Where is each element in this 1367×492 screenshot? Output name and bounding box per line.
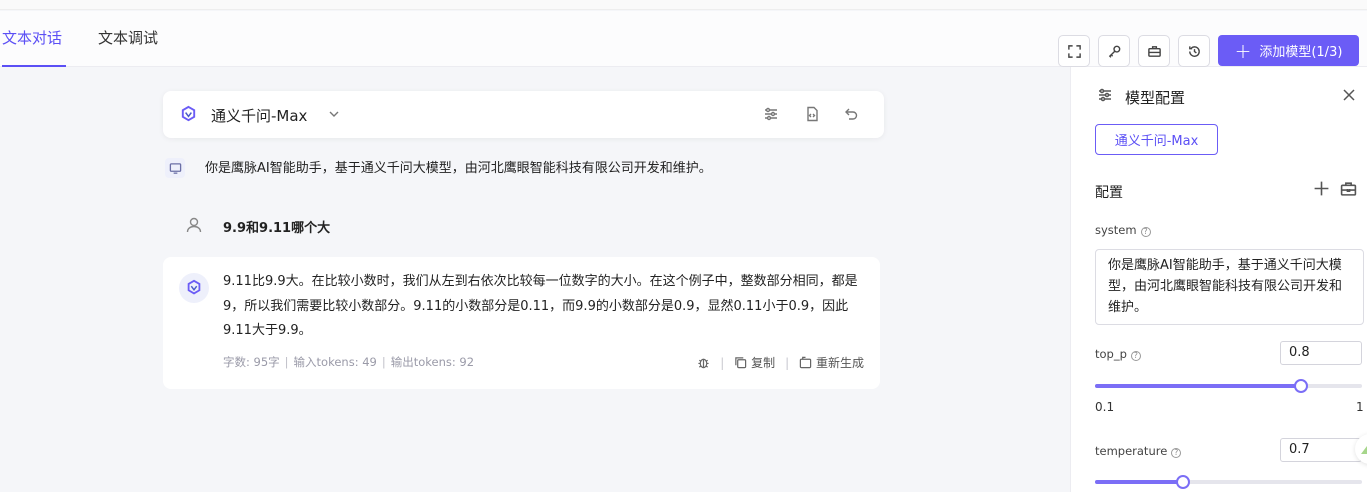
temperature-label: temperature? [1095, 444, 1182, 458]
tab-text-chat[interactable]: 文本对话 [2, 27, 66, 67]
top-strip [0, 0, 1367, 10]
regenerate-button[interactable]: 重新生成 [799, 354, 864, 371]
history-button[interactable] [1178, 35, 1210, 67]
toolbox-icon [1147, 45, 1161, 57]
code-file-icon[interactable] [804, 106, 820, 122]
close-icon[interactable] [1342, 88, 1356, 102]
model-tag-button[interactable]: 通义千问-Max [1095, 124, 1218, 155]
chevron-down-icon[interactable] [328, 108, 340, 120]
header-bar: 文本对话 文本调试 + 添加模型(1/3) [0, 11, 1367, 67]
message-stats: 字数: 95字 | 输入tokens: 49 | 输出tokens: 92 [223, 355, 475, 369]
copy-icon [735, 357, 747, 369]
help-icon[interactable]: ? [1171, 448, 1182, 458]
plus-icon[interactable] [1313, 180, 1330, 197]
top-p-slider-fill [1095, 384, 1301, 388]
top-p-slider[interactable] [1095, 379, 1362, 393]
top-p-input[interactable]: 0.8 [1280, 341, 1362, 365]
temperature-slider-fill [1095, 480, 1183, 484]
word-count: 字数: 95字 [223, 355, 280, 369]
assistant-message-text: 9.11比9.9大。在比较小数时，我们从左到右依次比较每一位数字的大小。在这个例… [223, 274, 858, 338]
system-message-text: 你是鹰脉AI智能助手，基于通义千问大模型，由河北鹰眼智能科技有限公司开发和维护。 [205, 161, 712, 176]
undo-icon[interactable] [843, 106, 859, 122]
toolbox-icon[interactable] [1340, 180, 1357, 197]
model-selector-card: 通义千问-Max [163, 91, 884, 138]
top-p-label: top_p? [1095, 347, 1141, 361]
panel-title: 模型配置 [1125, 89, 1186, 107]
monitor-icon [165, 158, 185, 178]
plus-icon: + [1234, 38, 1252, 63]
settings-sliders-icon [1097, 87, 1113, 103]
system-label: system? [1095, 223, 1151, 237]
settings-sliders-icon[interactable] [763, 106, 779, 122]
assistant-message-card: 9.11比9.9大。在比较小数时，我们从左到右依次比较每一位数字的大小。在这个例… [163, 257, 880, 389]
assistant-logo-icon [179, 273, 209, 303]
top-p-min: 0.1 [1095, 400, 1115, 414]
user-message-text: 9.9和9.11哪个大 [223, 221, 331, 236]
temperature-slider-knob[interactable] [1176, 475, 1190, 489]
add-model-label: 添加模型(1/3) [1259, 45, 1343, 60]
user-icon [185, 216, 203, 234]
output-tokens: 输出tokens: 92 [390, 355, 475, 369]
regenerate-icon [799, 356, 812, 369]
help-icon[interactable]: ? [1140, 227, 1151, 237]
top-p-max: 1 [1356, 400, 1364, 414]
fullscreen-icon [1067, 44, 1081, 58]
copy-label: 复制 [751, 356, 776, 370]
system-message: 你是鹰脉AI智能助手，基于通义千问大模型，由河北鹰眼智能科技有限公司开发和维护。 [163, 154, 884, 180]
key-icon [1108, 45, 1120, 58]
copy-button[interactable]: 复制 [734, 354, 775, 371]
model-name[interactable]: 通义千问-Max [211, 105, 307, 126]
temperature-slider[interactable] [1095, 475, 1362, 489]
input-tokens: 输入tokens: 49 [293, 355, 377, 369]
bug-icon[interactable] [697, 356, 710, 370]
history-icon [1188, 45, 1200, 57]
toolbox-button[interactable] [1138, 35, 1170, 67]
add-model-button[interactable]: + 添加模型(1/3) [1218, 35, 1359, 66]
temperature-input[interactable]: 0.7 [1280, 438, 1362, 462]
top-p-slider-knob[interactable] [1294, 379, 1308, 393]
tab-text-debug[interactable]: 文本调试 [98, 27, 158, 67]
config-label: 配置 [1095, 185, 1123, 201]
message-actions: | 复制 | 重新生成 [697, 354, 864, 371]
tongyi-logo-icon [179, 105, 198, 124]
help-icon[interactable]: ? [1130, 351, 1141, 361]
key-button[interactable] [1098, 35, 1130, 67]
model-config-panel: 模型配置 通义千问-Max 配置 system? 你是鹰脉AI智能助手，基于通义… [1070, 67, 1367, 492]
fullscreen-button[interactable] [1058, 35, 1090, 67]
regenerate-label: 重新生成 [815, 356, 864, 370]
system-textarea[interactable]: 你是鹰脉AI智能助手，基于通义千问大模型，由河北鹰眼智能科技有限公司开发和维护。 [1095, 249, 1364, 325]
